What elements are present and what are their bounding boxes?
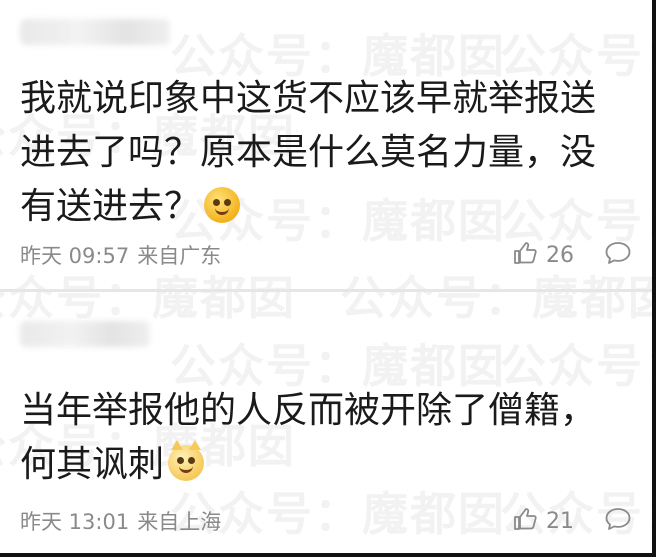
comment-text: 我就说印象中这货不应该早就举报送进去了吗？原本是什么莫名力量，没有送进去？ xyxy=(20,78,597,227)
comment-actions: 26 xyxy=(512,240,632,270)
comment-screenshot-frame: 公众号：魔都囡 公众号：魔都囡 公众号：魔都囡 公众号：魔都囡 公众号：魔都囡 … xyxy=(0,0,656,557)
comment-meta-row: 昨天 09:57 来自广东 26 xyxy=(20,238,632,272)
comment-text: 当年举报他的人反而被开除了僧籍，何其讽刺 xyxy=(20,390,597,485)
comment-meta: 昨天 09:57 来自广东 xyxy=(20,240,221,270)
thumbs-up-icon xyxy=(512,240,538,270)
comment-actions: 21 xyxy=(512,506,632,536)
comment-author-row[interactable] xyxy=(20,12,170,52)
comment-card: 我就说印象中这货不应该早就举报送进去了吗？原本是什么莫名力量，没有送进去？ 昨天… xyxy=(0,0,652,290)
blurred-username xyxy=(20,321,150,347)
comment-meta-row: 昨天 13:01 来自上海 21 xyxy=(20,504,632,538)
blurred-username xyxy=(20,19,170,45)
comment-author-row[interactable] xyxy=(20,314,150,354)
like-count: 21 xyxy=(546,508,574,534)
comment-time: 昨天 09:57 xyxy=(20,244,130,268)
comment-location: 来自广东 xyxy=(137,244,222,268)
reply-bubble-icon[interactable] xyxy=(604,240,632,270)
comment-location: 来自上海 xyxy=(137,510,222,534)
like-button[interactable]: 21 xyxy=(512,506,574,536)
like-count: 26 xyxy=(546,242,574,268)
reply-bubble-icon[interactable] xyxy=(604,506,632,536)
comment-body: 当年举报他的人反而被开除了僧籍，何其讽刺 xyxy=(20,384,630,492)
comment-meta: 昨天 13:01 来自上海 xyxy=(20,506,221,536)
like-button[interactable]: 26 xyxy=(512,240,574,270)
dizzy-face-emoji-icon xyxy=(204,187,241,223)
comment-time: 昨天 13:01 xyxy=(20,510,130,534)
comment-card: 当年举报他的人反而被开除了僧籍，何其讽刺 昨天 13:01 来自上海 21 xyxy=(0,292,652,553)
cat-face-emoji-icon xyxy=(168,440,205,481)
comment-body: 我就说印象中这货不应该早就举报送进去了吗？原本是什么莫名力量，没有送进去？ xyxy=(20,72,630,234)
thumbs-up-icon xyxy=(512,506,538,536)
